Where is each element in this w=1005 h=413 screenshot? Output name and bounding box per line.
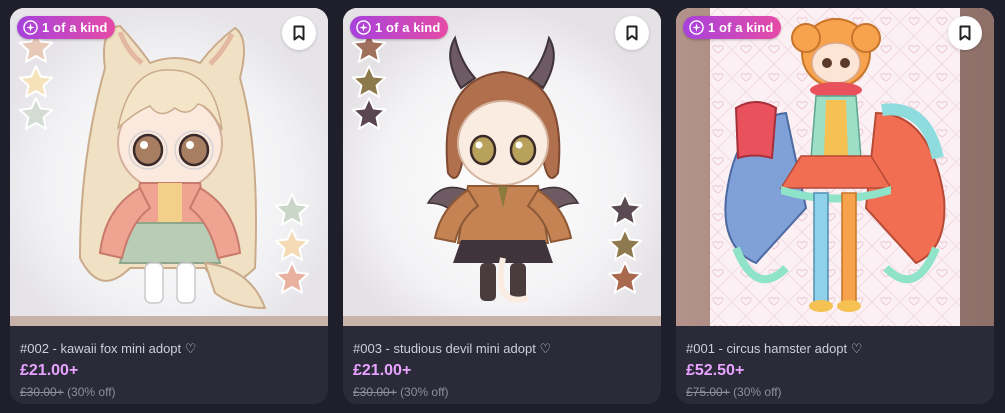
listing-thumbnail[interactable]: 1 of a kind (10, 8, 328, 326)
save-to-favorites-button[interactable] (615, 16, 649, 50)
original-price: £30.00+ (353, 385, 397, 399)
palette-swatch-star (274, 193, 310, 226)
listing-card[interactable]: 1 of a kind #003 - studious devil mini a… (343, 8, 661, 404)
sparkle-icon (23, 20, 38, 35)
hamster-character-illustration (676, 8, 994, 326)
palette-swatch-star (607, 228, 643, 261)
discount-percent: (30% off) (67, 385, 116, 399)
listing-price: £52.50+ (686, 362, 745, 379)
original-price: £30.00+ (20, 385, 64, 399)
listing-discount: £75.00+ (30% off) (686, 384, 984, 400)
listing-price: £21.00+ (353, 362, 412, 379)
listing-title[interactable]: #002 - kawaii fox mini adopt ♡ (20, 341, 318, 357)
swatch-stars (18, 30, 310, 294)
one-of-a-kind-badge: 1 of a kind (350, 16, 449, 39)
listing-grid: 1 of a kind #002 - kawaii fox mini adopt… (10, 8, 995, 404)
swatch-stars (351, 30, 643, 294)
one-of-a-kind-badge: 1 of a kind (683, 16, 782, 39)
palette-swatch-star (351, 97, 387, 130)
badge-label: 1 of a kind (375, 20, 441, 35)
save-to-favorites-button[interactable] (948, 16, 982, 50)
listing-thumbnail[interactable]: 1 of a kind (676, 8, 994, 326)
listing-card[interactable]: 1 of a kind #002 - kawaii fox mini adopt… (10, 8, 328, 404)
listing-info: #002 - kawaii fox mini adopt ♡ £21.00+ £… (10, 341, 328, 400)
listing-info: #003 - studious devil mini adopt ♡ £21.0… (343, 341, 661, 400)
listing-discount: £30.00+ (30% off) (353, 384, 651, 400)
discount-percent: (30% off) (733, 385, 782, 399)
bookmark-icon (293, 25, 305, 41)
palette-swatch-star (607, 261, 643, 294)
listing-info: #001 - circus hamster adopt ♡ £52.50+ £7… (676, 341, 994, 400)
listing-thumbnail[interactable]: 1 of a kind (343, 8, 661, 326)
listing-title[interactable]: #001 - circus hamster adopt ♡ (686, 341, 984, 357)
listing-price: £21.00+ (20, 362, 79, 379)
one-of-a-kind-badge: 1 of a kind (17, 16, 116, 39)
palette-swatch-star (607, 193, 643, 226)
palette-swatch-star (18, 97, 54, 130)
sparkle-icon (356, 20, 371, 35)
palette-swatch-star (18, 65, 54, 98)
discount-percent: (30% off) (400, 385, 449, 399)
listing-card[interactable]: 1 of a kind #001 - circus hamster adopt … (676, 8, 994, 404)
listing-title[interactable]: #003 - studious devil mini adopt ♡ (353, 341, 651, 357)
bookmark-icon (959, 25, 971, 41)
palette-swatch-star (351, 65, 387, 98)
badge-label: 1 of a kind (42, 20, 108, 35)
save-to-favorites-button[interactable] (282, 16, 316, 50)
palette-swatch-star (274, 261, 310, 294)
bookmark-icon (626, 25, 638, 41)
palette-swatch-star (274, 228, 310, 261)
listing-discount: £30.00+ (30% off) (20, 384, 318, 400)
sparkle-icon (689, 20, 704, 35)
original-price: £75.00+ (686, 385, 730, 399)
badge-label: 1 of a kind (708, 20, 774, 35)
